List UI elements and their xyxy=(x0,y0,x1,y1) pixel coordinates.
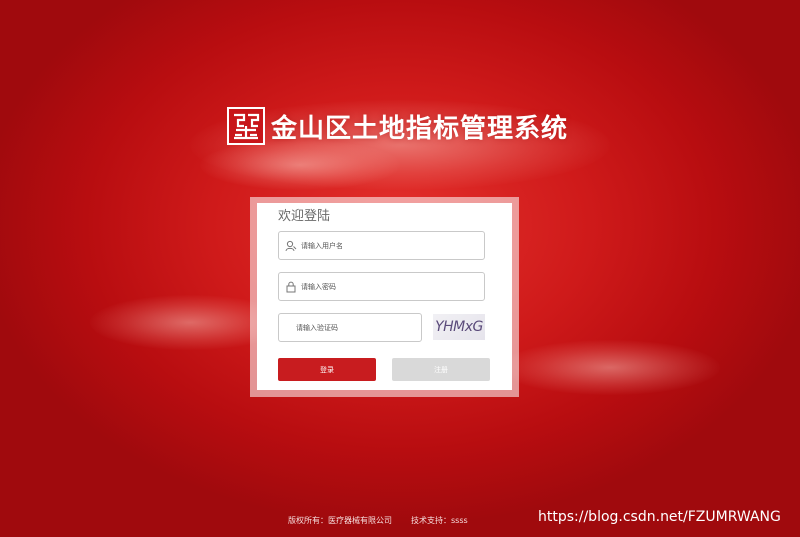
username-field[interactable] xyxy=(278,231,485,260)
login-page: 金山区土地指标管理系统 欢迎登陆 请输入用户名 请输入验证码 YHMxG 登录 … xyxy=(0,0,800,537)
cloud-decoration xyxy=(200,140,400,190)
register-button[interactable]: 注册 xyxy=(392,358,490,381)
welcome-heading: 欢迎登陆 xyxy=(278,209,331,224)
login-button[interactable]: 登录 xyxy=(278,358,376,381)
username-input[interactable] xyxy=(298,235,471,256)
captcha-image[interactable]: YHMxG xyxy=(433,314,485,340)
login-card: 欢迎登陆 请输入用户名 请输入验证码 YHMxG 登录 注册 xyxy=(257,203,512,390)
login-card-frame: 欢迎登陆 请输入用户名 请输入验证码 YHMxG 登录 注册 xyxy=(250,197,519,397)
app-header: 金山区土地指标管理系统 xyxy=(227,106,568,146)
user-icon xyxy=(284,239,298,253)
captcha-field[interactable] xyxy=(278,313,422,342)
password-field[interactable] xyxy=(278,272,485,301)
cloud-decoration xyxy=(500,340,720,395)
copyright-text: 版权所有：医疗器械有限公司 xyxy=(288,516,392,525)
password-input[interactable] xyxy=(298,276,471,297)
support-text: 技术支持：ssss xyxy=(411,516,468,525)
seal-logo-icon xyxy=(227,107,265,145)
lock-icon xyxy=(284,280,298,294)
app-title: 金山区土地指标管理系统 xyxy=(271,113,569,144)
captcha-input[interactable] xyxy=(279,317,416,338)
watermark-text: https://blog.csdn.net/FZUMRWANG xyxy=(538,509,781,525)
